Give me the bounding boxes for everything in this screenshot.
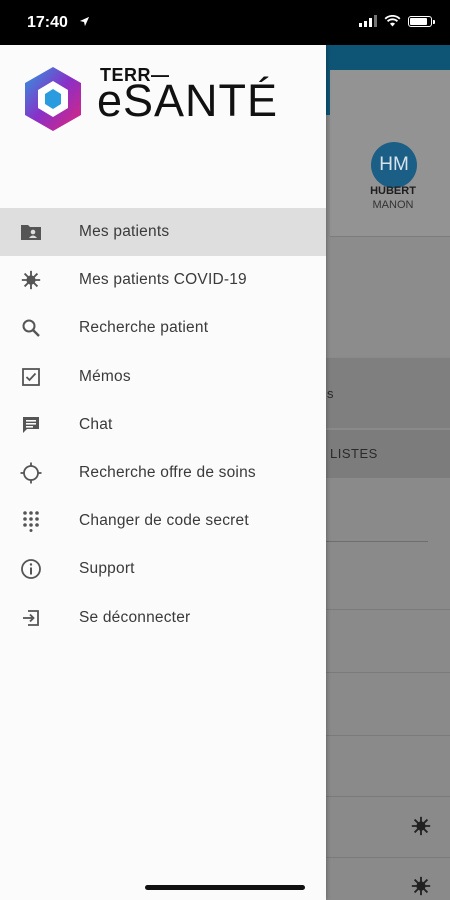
- bg-divider: [326, 735, 450, 736]
- drawer-menu: Mes patients Mes patients COVID-19 Reche…: [0, 208, 326, 642]
- menu-label: Recherche patient: [79, 319, 209, 337]
- menu-label: Mes patients: [79, 223, 170, 241]
- folder-person-icon: [19, 220, 43, 244]
- logo: TERR— eSANTÉ: [22, 65, 277, 135]
- home-indicator[interactable]: [145, 885, 305, 890]
- logout-icon: [19, 606, 43, 630]
- logo-text-main: eSANTÉ: [97, 75, 279, 126]
- user-last-name: MANON: [372, 199, 414, 211]
- dialpad-icon: [19, 509, 43, 533]
- menu-item-se-deconnecter[interactable]: Se déconnecter: [0, 594, 326, 642]
- menu-item-support[interactable]: Support: [0, 545, 326, 593]
- tab-lists[interactable]: LISTES: [330, 446, 378, 461]
- bg-divider: [326, 672, 450, 673]
- location-arrow-icon: [79, 16, 90, 27]
- bg-fragment-text: s: [327, 386, 334, 401]
- navigation-drawer: TERR— eSANTÉ Mes patients Mes patients C…: [0, 45, 326, 900]
- signal-icon: [359, 15, 377, 27]
- bg-divider: [326, 796, 450, 797]
- checkbox-icon: [19, 365, 43, 389]
- menu-label: Se déconnecter: [79, 608, 191, 626]
- user-first-name: HUBERT: [370, 185, 416, 197]
- menu-item-recherche-patient[interactable]: Recherche patient: [0, 304, 326, 352]
- bg-divider: [326, 857, 450, 858]
- status-bar: 17:40: [0, 0, 450, 45]
- virus-icon: [411, 816, 431, 836]
- bg-band: [326, 237, 450, 357]
- menu-item-changer-code-secret[interactable]: Changer de code secret: [0, 497, 326, 545]
- avatar[interactable]: HM: [371, 142, 417, 188]
- search-icon: [19, 316, 43, 340]
- menu-label: Mes patients COVID-19: [79, 271, 247, 289]
- virus-icon: [19, 268, 43, 292]
- status-time: 17:40: [27, 14, 68, 31]
- logo-hexagon-icon: [25, 67, 81, 131]
- info-icon: [19, 557, 43, 581]
- menu-label: Chat: [79, 415, 113, 433]
- menu-item-mes-patients[interactable]: Mes patients: [0, 208, 326, 257]
- menu-item-memos[interactable]: Mémos: [0, 353, 326, 401]
- battery-icon: [408, 15, 435, 27]
- menu-label: Support: [79, 560, 135, 578]
- virus-icon: [411, 876, 431, 896]
- menu-item-recherche-offre-soins[interactable]: Recherche offre de soins: [0, 449, 326, 497]
- chat-icon: [19, 413, 43, 437]
- menu-label: Changer de code secret: [79, 512, 249, 530]
- wifi-icon: [384, 15, 401, 27]
- location-target-icon: [19, 461, 43, 485]
- menu-item-chat[interactable]: Chat: [0, 401, 326, 449]
- menu-label: Mémos: [79, 367, 131, 385]
- bg-band-tab: [326, 358, 450, 428]
- menu-item-covid-patients[interactable]: Mes patients COVID-19: [0, 256, 326, 304]
- bg-divider: [326, 609, 450, 610]
- menu-label: Recherche offre de soins: [79, 464, 256, 482]
- bg-divider: [326, 541, 428, 542]
